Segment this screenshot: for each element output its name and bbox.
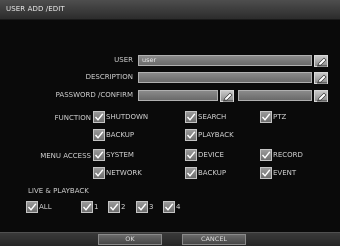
check-icon bbox=[93, 129, 105, 141]
window-title: USER ADD /EDIT bbox=[6, 5, 65, 13]
checkbox-backup-function[interactable]: BACKUP bbox=[93, 129, 134, 142]
user-field[interactable]: user bbox=[138, 55, 312, 66]
checkbox-search[interactable]: SEARCH bbox=[185, 111, 226, 124]
checkbox-channel-2[interactable]: 2 bbox=[108, 201, 125, 214]
password-field[interactable] bbox=[138, 90, 218, 101]
description-keyboard-button[interactable] bbox=[314, 72, 328, 84]
checkbox-channel-1[interactable]: 1 bbox=[81, 201, 98, 214]
checkbox-device[interactable]: DEVICE bbox=[185, 149, 224, 162]
cancel-button[interactable]: CANCEL bbox=[182, 234, 246, 245]
description-field[interactable] bbox=[138, 72, 312, 83]
pencil-icon bbox=[317, 57, 327, 67]
checkbox-channel-3[interactable]: 3 bbox=[136, 201, 153, 214]
live-playback-label: LIVE & PLAYBACK bbox=[28, 187, 89, 195]
checkbox-all[interactable]: ALL bbox=[26, 201, 52, 214]
password-confirm-label: PASSWORD /CONFIRM bbox=[55, 91, 133, 99]
check-icon bbox=[260, 111, 272, 123]
check-icon bbox=[81, 201, 93, 213]
menu-access-label: MENU ACCESS bbox=[40, 152, 91, 160]
check-icon bbox=[185, 111, 197, 123]
ok-button[interactable]: OK bbox=[98, 234, 162, 245]
check-icon bbox=[260, 167, 272, 179]
user-label: USER bbox=[114, 56, 133, 64]
pencil-icon bbox=[223, 92, 233, 102]
checkbox-channel-4[interactable]: 4 bbox=[163, 201, 180, 214]
checkbox-record[interactable]: RECORD bbox=[260, 149, 303, 162]
pencil-icon bbox=[317, 74, 327, 84]
checkbox-shutdown[interactable]: SHUTDOWN bbox=[93, 111, 148, 124]
check-icon bbox=[185, 167, 197, 179]
check-icon bbox=[136, 201, 148, 213]
user-keyboard-button[interactable] bbox=[314, 55, 328, 67]
description-label: DESCRIPTION bbox=[85, 73, 133, 81]
check-icon bbox=[163, 201, 175, 213]
checkbox-ptz[interactable]: PTZ bbox=[260, 111, 286, 124]
check-icon bbox=[108, 201, 120, 213]
title-bar: USER ADD /EDIT bbox=[0, 0, 340, 20]
password-keyboard-button[interactable] bbox=[220, 90, 234, 102]
check-icon bbox=[260, 149, 272, 161]
checkbox-backup-menu[interactable]: BACKUP bbox=[185, 167, 226, 180]
pencil-icon bbox=[317, 92, 327, 102]
confirm-password-field[interactable] bbox=[238, 90, 312, 101]
footer-bar bbox=[0, 232, 340, 246]
checkbox-network[interactable]: NETWORK bbox=[93, 167, 142, 180]
check-icon bbox=[93, 167, 105, 179]
checkbox-playback[interactable]: PLAYBACK bbox=[185, 129, 234, 142]
check-icon bbox=[26, 201, 38, 213]
checkbox-event[interactable]: EVENT bbox=[260, 167, 296, 180]
function-label: FUNCTION bbox=[54, 114, 91, 122]
check-icon bbox=[93, 111, 105, 123]
confirm-keyboard-button[interactable] bbox=[314, 90, 328, 102]
check-icon bbox=[185, 149, 197, 161]
check-icon bbox=[93, 149, 105, 161]
checkbox-system[interactable]: SYSTEM bbox=[93, 149, 134, 162]
check-icon bbox=[185, 129, 197, 141]
